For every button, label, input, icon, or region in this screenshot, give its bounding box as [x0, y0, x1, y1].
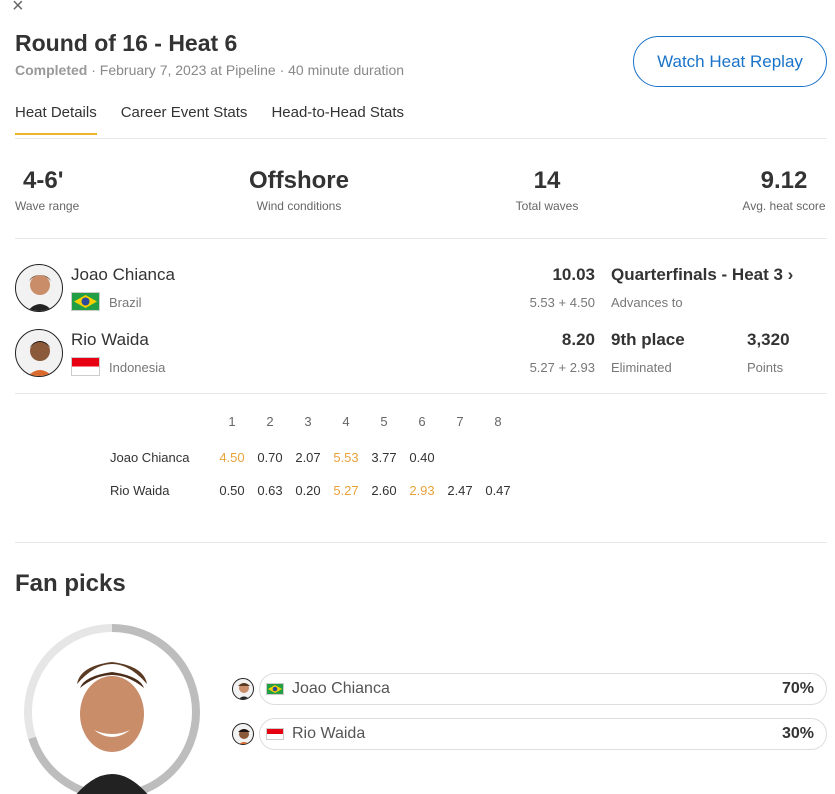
next-heat-link[interactable]: Quarterfinals - Heat 3 › — [611, 265, 793, 285]
avatar[interactable] — [15, 329, 63, 377]
indonesia-flag-icon — [266, 728, 284, 740]
wave-scores-table: 1 2 3 4 5 6 7 8 Joao Chianca 4.50 0.70 2… — [100, 405, 517, 507]
score-breakdown: 5.27 + 2.93 — [529, 360, 595, 375]
pick-surfer-name: Rio Waida — [292, 725, 366, 742]
wave-score: 2.47 — [447, 483, 473, 498]
wave-score: 2.07 — [295, 450, 321, 465]
heat-status: Completed — [15, 62, 88, 78]
wave-score: 3.77 — [371, 450, 397, 465]
heat-subtitle: Completed · February 7, 2023 at Pipeline… — [15, 62, 404, 78]
watch-replay-button[interactable]: Watch Heat Replay — [633, 36, 827, 87]
page-title: Round of 16 - Heat 6 — [15, 30, 238, 56]
divider — [15, 393, 827, 394]
surfer-name[interactable]: Rio Waida — [71, 330, 149, 350]
stat-avg-heat-score: 9.12 Avg. heat score — [742, 167, 826, 213]
surfer-name[interactable]: Joao Chianca — [71, 265, 175, 285]
pick-joao-chianca[interactable]: Joao Chianca 70% — [259, 673, 827, 705]
result-label: Eliminated — [611, 360, 672, 375]
country-label: Brazil — [109, 295, 142, 310]
table-row: Joao Chianca 4.50 0.70 2.07 5.53 3.77 0.… — [100, 441, 517, 474]
wave-number: 5 — [380, 414, 388, 429]
table-header-row: 1 2 3 4 5 6 7 8 — [100, 405, 517, 438]
points-value: 3,320 — [747, 330, 790, 349]
pick-percentage: 30% — [781, 725, 814, 742]
row-surfer-name: Rio Waida — [110, 483, 170, 498]
wave-number: 6 — [418, 414, 426, 429]
divider — [15, 138, 827, 139]
avatar — [232, 723, 254, 745]
avatar — [232, 678, 254, 700]
fan-picks-heading: Fan picks — [15, 570, 126, 597]
stat-wind: Offshore Wind conditions — [248, 167, 349, 213]
wave-number: 4 — [342, 414, 350, 429]
wave-score: 0.70 — [257, 450, 283, 465]
tab-heat-details[interactable]: Heat Details — [15, 104, 97, 135]
heat-total-score: 8.20 — [561, 330, 595, 349]
fan-pick-row: Joao Chianca 70% — [232, 673, 827, 705]
wave-score: 0.50 — [219, 483, 245, 498]
wave-score: 0.63 — [257, 483, 283, 498]
points-label: Points — [747, 360, 784, 375]
score-breakdown: 5.53 + 4.50 — [529, 295, 595, 310]
wave-score: 5.53 — [333, 450, 359, 465]
wave-score: 0.40 — [409, 450, 435, 465]
wave-number: 7 — [456, 414, 464, 429]
wave-score: 5.27 — [333, 483, 359, 498]
wave-score: 2.60 — [371, 483, 397, 498]
wave-score: 0.20 — [295, 483, 321, 498]
brazil-flag-icon — [71, 292, 100, 311]
pick-percentage: 70% — [781, 680, 814, 697]
wave-number: 3 — [304, 414, 312, 429]
row-surfer-name: Joao Chianca — [110, 450, 190, 465]
wave-number: 2 — [266, 414, 274, 429]
table-row: Rio Waida 0.50 0.63 0.20 5.27 2.60 2.93 … — [100, 474, 517, 507]
fan-pick-row: Rio Waida 30% — [232, 718, 827, 750]
country-label: Indonesia — [109, 360, 166, 375]
wave-score: 2.93 — [409, 483, 435, 498]
pick-surfer-name: Joao Chianca — [292, 680, 390, 697]
wave-number: 1 — [228, 414, 236, 429]
divider — [15, 238, 827, 239]
avatar[interactable] — [15, 264, 63, 312]
heat-total-score: 10.03 — [552, 265, 595, 284]
wave-score: 0.47 — [485, 483, 511, 498]
final-placing: 9th place — [611, 330, 685, 349]
brazil-flag-icon — [266, 683, 284, 695]
tab-bar: Heat Details Career Event Stats Head-to-… — [15, 104, 404, 135]
pick-rio-waida[interactable]: Rio Waida 30% — [259, 718, 827, 750]
heat-details: · February 7, 2023 at Pipeline · 40 minu… — [87, 62, 405, 78]
tab-career-event-stats[interactable]: Career Event Stats — [121, 104, 248, 135]
result-label: Advances to — [611, 295, 683, 310]
wave-score: 4.50 — [219, 450, 245, 465]
tab-head-to-head-stats[interactable]: Head-to-Head Stats — [271, 104, 404, 135]
indonesia-flag-icon — [71, 357, 100, 376]
divider — [15, 542, 827, 543]
stat-wave-range: 4-6' Wave range — [15, 167, 80, 213]
close-icon[interactable]: × — [12, 0, 24, 16]
wave-number: 8 — [494, 414, 502, 429]
stat-total-waves: 14 Total waves — [515, 167, 579, 213]
fan-picks-ring — [22, 622, 202, 794]
